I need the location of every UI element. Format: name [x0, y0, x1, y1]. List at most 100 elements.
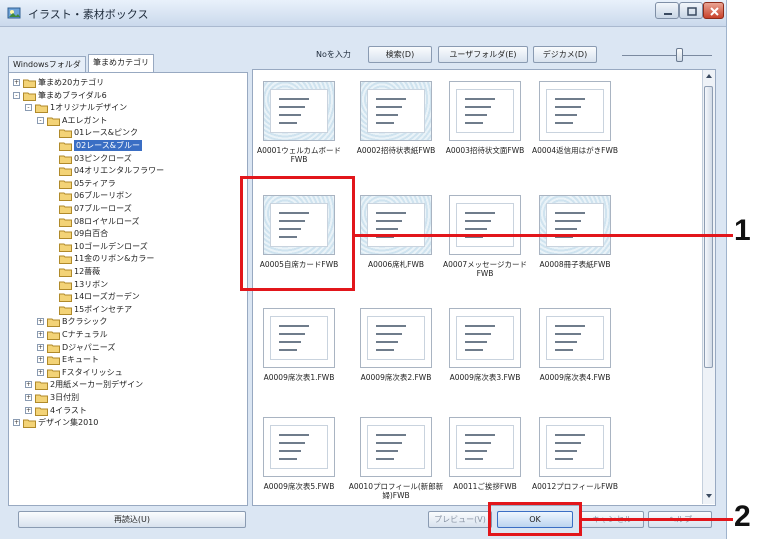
preview-text-line [376, 228, 398, 230]
scroll-up-icon[interactable] [703, 70, 715, 82]
expand-icon[interactable]: + [37, 356, 44, 364]
expand-icon[interactable]: + [25, 406, 32, 414]
expand-icon[interactable]: + [37, 343, 44, 351]
thumbnail-caption[interactable]: A0007メッセージカードFWB [435, 260, 535, 278]
category-tree[interactable]: + 筆まめ20カテゴリ - 筆まめブライダル6-1オリジナルデザイン - Aエレガント 01… [8, 72, 248, 506]
gallery-scrollbar[interactable] [702, 70, 715, 504]
thumbnail-caption[interactable]: A0008冊子表紙FWB [525, 260, 625, 269]
thumbnail-image[interactable] [360, 417, 432, 477]
thumbnail-caption[interactable]: A0010プロフィール(新郎新婦)FWB [346, 482, 446, 500]
collapse-icon[interactable]: - [25, 104, 32, 112]
folder-icon [59, 268, 72, 277]
tree-item-label: Fスタイリッシュ [62, 367, 123, 377]
preview-text-line [465, 106, 491, 108]
preview-text-line [465, 349, 483, 351]
thumbnail-image[interactable] [449, 417, 521, 477]
search-button[interactable]: 検索(D) [368, 46, 432, 63]
thumbnail-image[interactable] [449, 81, 521, 141]
close-button[interactable] [703, 2, 724, 19]
thumbnail-caption[interactable]: A0003招待状文面FWB [435, 146, 535, 155]
collapse-icon[interactable]: - [13, 91, 20, 99]
thumbnail-preview [456, 89, 514, 133]
preview-text-line [376, 458, 394, 460]
thumbnail-image[interactable] [539, 308, 611, 368]
thumbnail-caption[interactable]: A0006席札FWB [346, 260, 446, 269]
preview-text-line [465, 333, 491, 335]
thumbnail-caption[interactable]: A0009席次表1.FWB [253, 373, 349, 382]
thumbnail-caption[interactable]: A0004返信用はがきFWB [525, 146, 625, 155]
preview-text-line [279, 349, 297, 351]
expand-icon[interactable]: + [37, 331, 44, 338]
thumbnail-image[interactable] [539, 195, 611, 255]
thumbnail-preview [367, 425, 425, 469]
preview-text-line [376, 341, 398, 343]
thumbnail-image[interactable] [360, 81, 432, 141]
tree-item-label: 03ピンクローズ [74, 153, 132, 163]
expand-icon[interactable]: + [13, 79, 20, 86]
folder-icon [59, 230, 72, 240]
preview-button[interactable]: プレビュー(V) [428, 511, 492, 528]
digikame-button[interactable]: デジカメ(D) [533, 46, 597, 63]
preview-text-line [376, 325, 406, 327]
tree-item-label: 3日付別 [50, 393, 80, 402]
preview-text-line [465, 450, 487, 452]
thumbnail-image[interactable] [263, 308, 335, 368]
scroll-down-icon[interactable] [703, 490, 715, 502]
preview-text-line [376, 442, 402, 444]
dialog-window: イラスト・素材ボックス Noを入力 検索(D) ユーザフォルダ(E) デジカメ(… [0, 0, 727, 539]
close-icon [710, 7, 719, 16]
tab-fudemame-category[interactable]: 筆まめカテゴリ [88, 54, 154, 72]
thumbnail-image[interactable] [449, 195, 521, 255]
folder-icon [59, 155, 72, 164]
thumbnail-image[interactable] [360, 195, 432, 255]
tree-item-label: 2用紙メーカー別デザイン [50, 380, 144, 390]
expand-icon[interactable]: + [13, 419, 20, 427]
thumbnail-image[interactable] [263, 417, 335, 477]
thumbnail-image[interactable] [449, 308, 521, 368]
user-folder-button[interactable]: ユーザフォルダ(E) [438, 46, 528, 63]
preview-text-line [376, 122, 394, 124]
thumbnail-caption[interactable]: A0012プロフィールFWB [525, 482, 625, 491]
thumbnail-image[interactable] [539, 417, 611, 477]
reload-button[interactable]: 再読込(U) [18, 511, 246, 528]
folder-icon [35, 394, 48, 403]
thumbnail-image[interactable] [360, 308, 432, 368]
thumbnail-caption[interactable]: A0009席次表4.FWB [525, 373, 625, 382]
collapse-icon[interactable]: - [37, 116, 44, 124]
expand-icon[interactable]: + [37, 318, 44, 326]
thumbnail-caption[interactable]: A0009席次表3.FWB [435, 373, 535, 382]
folder-icon [59, 180, 72, 189]
tree-item-label: 13リボン [74, 279, 109, 289]
thumbnail-image[interactable] [539, 81, 611, 141]
folder-icon [23, 92, 36, 101]
thumbnail-caption[interactable]: A0009席次表5.FWB [253, 482, 349, 491]
maximize-button[interactable] [679, 2, 703, 19]
no-input-link[interactable]: Noを入力 [316, 46, 351, 63]
expand-icon[interactable]: + [25, 394, 32, 401]
preview-text-line [555, 106, 581, 108]
callout-box-2 [488, 502, 582, 536]
expand-icon[interactable]: + [37, 368, 44, 376]
tab-windows-folder[interactable]: Windowsフォルダ [8, 56, 86, 72]
preview-text-line [555, 325, 585, 327]
preview-text-line [465, 434, 495, 436]
callout-number-1: 1 [734, 214, 751, 247]
thumbnail-preview [546, 89, 604, 133]
thumbnail-image[interactable] [263, 81, 335, 141]
thumbnail-caption[interactable]: A0009席次表2.FWB [346, 373, 446, 382]
minimize-button[interactable] [655, 2, 679, 19]
thumbnail-caption[interactable]: A0002招待状表紙FWB [346, 146, 446, 155]
thumbnail-caption[interactable]: A0011ご挨拶FWB [435, 482, 535, 491]
preview-text-line [279, 114, 301, 116]
thumbnail-caption[interactable]: A0001ウェルカムボードFWB [253, 146, 349, 164]
scrollbar-thumb[interactable] [704, 86, 713, 368]
zoom-slider-track[interactable] [622, 55, 712, 56]
minimize-icon [664, 13, 672, 15]
tree-item-label: 06ブルーリボン [74, 191, 133, 201]
tree-item-label: 08ロイヤルローズ [74, 216, 140, 226]
thumbnail-preview [367, 203, 425, 247]
expand-icon[interactable]: + [25, 381, 32, 389]
tree-item-label: 04オリエンタルフラワー [74, 166, 165, 176]
zoom-slider-thumb[interactable] [676, 48, 683, 62]
preview-text-line [279, 442, 305, 444]
